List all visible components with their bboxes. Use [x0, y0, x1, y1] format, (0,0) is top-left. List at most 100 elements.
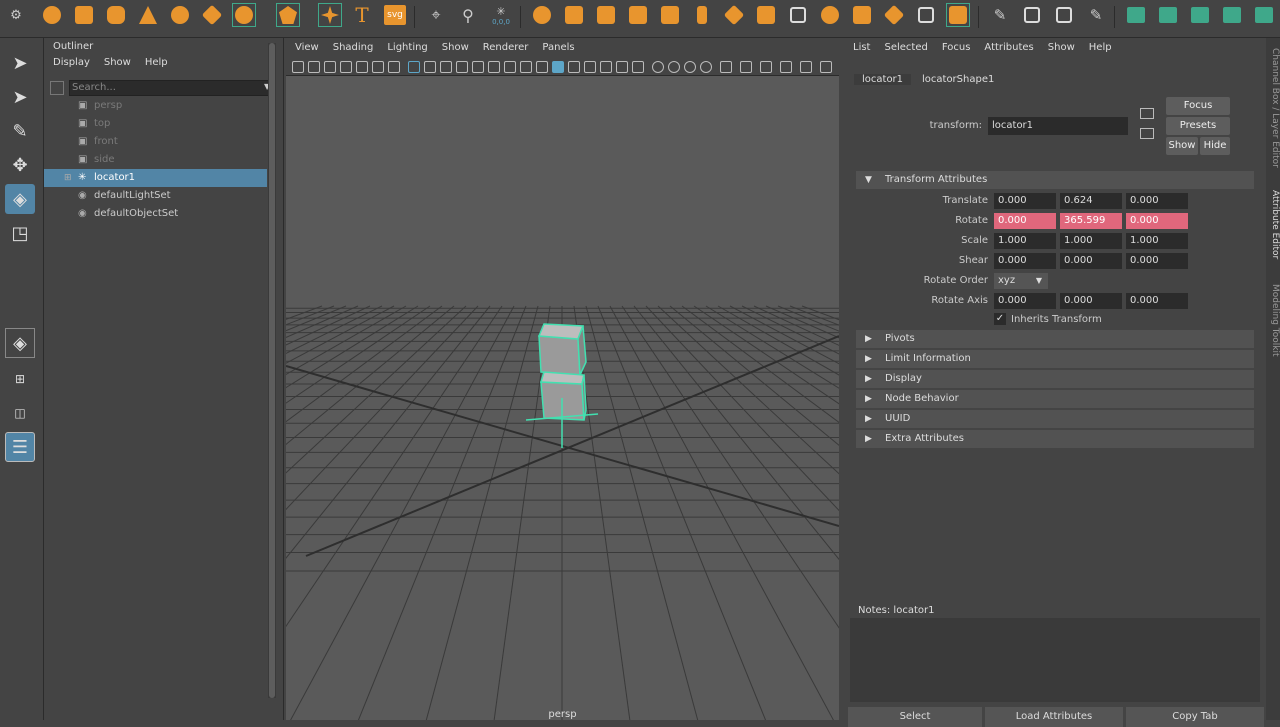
select-edge-icon[interactable] [1052, 3, 1076, 27]
outliner-layout-icon[interactable]: ☰ [5, 432, 35, 462]
ae-menu-list[interactable]: List [846, 42, 877, 53]
ae-menu-show[interactable]: Show [1041, 42, 1082, 53]
show-button[interactable]: Show [1166, 137, 1198, 155]
combine-icon[interactable] [530, 3, 554, 27]
section-uuid[interactable]: ▶ UUID [856, 410, 1254, 428]
sculpt-icon[interactable] [1252, 3, 1276, 27]
viewport-menu-shading[interactable]: Shading [326, 42, 381, 53]
shear-z-field[interactable]: 0.000 [1126, 253, 1188, 269]
text-icon[interactable]: T [350, 3, 374, 27]
field-chart-icon[interactable] [472, 61, 484, 73]
view-cube-icon[interactable] [820, 61, 832, 73]
edit-icon[interactable]: ✎ [988, 3, 1012, 27]
star-icon[interactable] [318, 3, 342, 27]
measure-icon[interactable]: ⚲ [456, 3, 480, 27]
rotate-x-field[interactable]: 0.000 [994, 213, 1056, 229]
focus-button[interactable]: Focus [1166, 97, 1230, 115]
rotate-axis-y-field[interactable]: 0.000 [1060, 293, 1122, 309]
viewport-menu-lighting[interactable]: Lighting [380, 42, 434, 53]
image-plane-icon[interactable] [340, 61, 352, 73]
shear-y-field[interactable]: 0.000 [1060, 253, 1122, 269]
paint-select-icon[interactable]: ✎ [5, 116, 35, 146]
extract-icon[interactable] [594, 3, 618, 27]
rotate-y-field[interactable]: 365.599 [1060, 213, 1122, 229]
deform-icon[interactable] [1124, 3, 1148, 27]
extrude-icon[interactable] [850, 3, 874, 27]
twist-icon[interactable] [1188, 3, 1212, 27]
rotate-axis-z-field[interactable]: 0.000 [1126, 293, 1188, 309]
move-tool-icon[interactable]: ✥ [5, 150, 35, 180]
gate-mask-icon[interactable] [456, 61, 468, 73]
bevel-icon[interactable] [754, 3, 778, 27]
color-management-icon[interactable] [760, 61, 772, 73]
bridge-icon[interactable] [818, 3, 842, 27]
lasso-tool-icon[interactable]: ➤ [5, 82, 35, 112]
rotate-tool-icon[interactable]: ◈ [5, 184, 35, 214]
tab-channel-box[interactable]: Channel Box / Layer Editor [1266, 48, 1280, 178]
panel-options-icon[interactable] [780, 61, 792, 73]
multicut-icon[interactable] [914, 3, 938, 27]
ae-menu-attributes[interactable]: Attributes [977, 42, 1040, 53]
viewport-menu-show[interactable]: Show [435, 42, 476, 53]
section-extra-attributes[interactable]: ▶ Extra Attributes [856, 430, 1254, 448]
tab-attribute-editor[interactable]: Attribute Editor [1266, 190, 1280, 270]
outliner-tab[interactable]: Outliner [49, 40, 97, 53]
section-pivots[interactable]: ▶ Pivots [856, 330, 1254, 348]
ambient-occlusion-icon[interactable] [652, 61, 664, 73]
camera-select-icon[interactable] [292, 61, 304, 73]
ae-menu-focus[interactable]: Focus [935, 42, 978, 53]
presets-button[interactable]: Presets [1166, 117, 1230, 135]
camera-view-icon[interactable] [800, 61, 812, 73]
rotate-axis-x-field[interactable]: 0.000 [994, 293, 1056, 309]
wireframe-icon[interactable] [520, 61, 532, 73]
outliner-item-locator1[interactable]: ⊞ ✳ locator1 [44, 169, 267, 187]
depth-of-field-icon[interactable] [700, 61, 712, 73]
hide-button[interactable]: Hide [1200, 137, 1230, 155]
inherits-transform-checkbox[interactable]: ✓ [994, 313, 1006, 325]
outliner-item-top[interactable]: ▣ top [44, 115, 267, 133]
viewport-menu-panels[interactable]: Panels [535, 42, 581, 53]
four-view-icon[interactable]: ⊞ [5, 364, 35, 394]
settings-icon[interactable]: ⚙ [4, 3, 28, 27]
paint-icon[interactable]: ✎ [1084, 3, 1108, 27]
section-transform-attributes[interactable]: ▼ Transform Attributes [856, 171, 1254, 189]
section-limit-information[interactable]: ▶ Limit Information [856, 350, 1254, 368]
tab-locatorshape1[interactable]: locatorShape1 [914, 74, 1002, 85]
section-node-behavior[interactable]: ▶ Node Behavior [856, 390, 1254, 408]
select-tool-icon[interactable]: ➤ [5, 48, 35, 78]
scale-y-field[interactable]: 1.000 [1060, 233, 1122, 249]
outliner-menu-display[interactable]: Display [46, 57, 97, 68]
copy-node-icon[interactable] [1140, 128, 1154, 139]
cylinder-icon[interactable] [104, 3, 128, 27]
scale-tool-icon[interactable]: ◳ [5, 218, 35, 248]
wireframe-on-shaded-icon[interactable] [552, 61, 564, 73]
svg-icon[interactable]: svg [384, 5, 406, 25]
torus-icon[interactable] [168, 3, 192, 27]
tab-modeling-toolkit[interactable]: Modeling Toolkit [1266, 284, 1280, 374]
viewport-menu-view[interactable]: View [288, 42, 326, 53]
target-weld-icon[interactable] [946, 3, 970, 27]
outliner-menu-help[interactable]: Help [138, 57, 175, 68]
safe-title-icon[interactable] [504, 61, 516, 73]
ae-menu-selected[interactable]: Selected [877, 42, 934, 53]
separate-icon[interactable] [562, 3, 586, 27]
outliner-item-side[interactable]: ▣ side [44, 151, 267, 169]
snap-icon[interactable]: ⌖ [424, 3, 448, 27]
expand-icon[interactable]: ⊞ [64, 169, 72, 187]
platonic-icon[interactable] [276, 3, 300, 27]
wave-icon[interactable] [1220, 3, 1244, 27]
outliner-item-persp[interactable]: ▣ persp [44, 97, 267, 115]
search-options-icon[interactable] [50, 81, 64, 95]
grid-icon[interactable] [408, 61, 420, 73]
two-view-icon[interactable]: ◫ [5, 398, 35, 428]
boolean-icon[interactable] [658, 3, 682, 27]
motion-blur-icon[interactable] [668, 61, 680, 73]
xray-shade-icon[interactable] [568, 61, 580, 73]
section-display[interactable]: ▶ Display [856, 370, 1254, 388]
notes-textarea[interactable] [850, 618, 1260, 702]
outliner-item-defaultobjectset[interactable]: ◉ defaultObjectSet [44, 205, 267, 223]
gamma-icon[interactable] [740, 61, 752, 73]
mirror-icon[interactable] [690, 3, 714, 27]
append-icon[interactable] [882, 3, 906, 27]
scale-x-field[interactable]: 1.000 [994, 233, 1056, 249]
